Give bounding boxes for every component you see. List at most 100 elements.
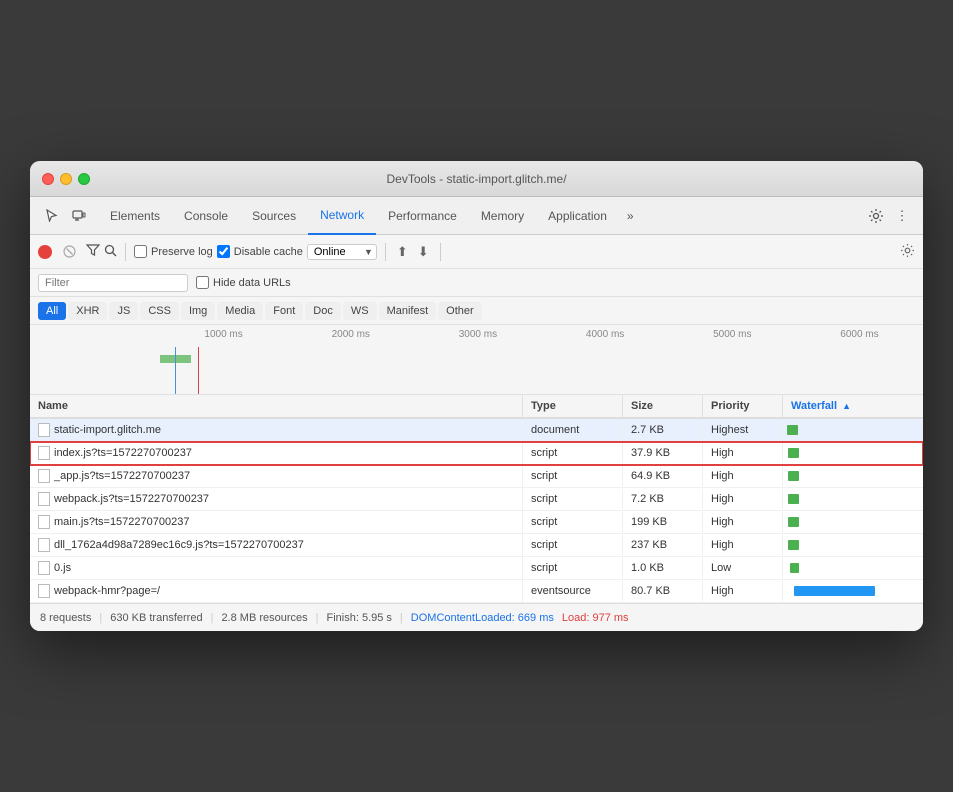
col-waterfall[interactable]: Waterfall ▲ [783, 395, 923, 417]
dom-content-loaded: DOMContentLoaded: 669 ms [411, 612, 554, 624]
wf-bar-green [788, 448, 799, 458]
row-waterfall [783, 536, 923, 554]
row-name: static-import.glitch.me [30, 419, 523, 441]
waterfall-bar [787, 586, 919, 596]
row-type: script [523, 489, 623, 509]
col-name[interactable]: Name [30, 395, 523, 417]
file-icon [38, 492, 50, 506]
type-filter-css[interactable]: CSS [140, 302, 179, 320]
type-filter-ws[interactable]: WS [343, 302, 377, 320]
row-name: index.js?ts=1572270700237 [30, 442, 523, 464]
table-row[interactable]: webpack-hmr?page=/ eventsource 80.7 KB H… [30, 580, 923, 603]
waterfall-bar [787, 471, 919, 481]
nav-toolbar: Elements Console Sources Network Perform… [30, 197, 923, 235]
row-waterfall [783, 467, 923, 485]
settings-icon[interactable] [863, 203, 889, 229]
wf-bar-green [788, 494, 799, 504]
tick-6000: 6000 ms [796, 329, 923, 340]
clear-button[interactable] [56, 239, 82, 265]
hide-data-urls-checkbox[interactable]: Hide data URLs [196, 276, 291, 289]
type-filter-doc[interactable]: Doc [305, 302, 341, 320]
tab-memory[interactable]: Memory [469, 197, 536, 235]
table-row[interactable]: index.js?ts=1572270700237 script 37.9 KB… [30, 442, 923, 465]
table-row[interactable]: _app.js?ts=1572270700237 script 64.9 KB … [30, 465, 923, 488]
waterfall-bar [787, 517, 919, 527]
tab-application[interactable]: Application [536, 197, 619, 235]
row-priority: High [703, 535, 783, 555]
cursor-icon[interactable] [38, 203, 64, 229]
filter-input[interactable] [38, 274, 188, 292]
row-type: eventsource [523, 581, 623, 601]
row-name: 0.js [30, 557, 523, 579]
type-filter-media[interactable]: Media [217, 302, 263, 320]
file-icon [38, 515, 50, 529]
throttle-select-wrap: Online Fast 3G Slow 3G Offline ▼ [307, 244, 377, 260]
waterfall-bar [787, 494, 919, 504]
row-name: webpack-hmr?page=/ [30, 580, 523, 602]
file-icon [38, 538, 50, 552]
col-type[interactable]: Type [523, 395, 623, 417]
titlebar: DevTools - static-import.glitch.me/ [30, 161, 923, 197]
table-row[interactable]: dll_1762a4d98a7289ec16c9.js?ts=157227070… [30, 534, 923, 557]
device-icon[interactable] [66, 203, 92, 229]
sort-arrow: ▲ [842, 401, 851, 411]
row-priority: Low [703, 558, 783, 578]
waterfall-bar [787, 448, 919, 458]
timeline-red-line [198, 347, 199, 394]
tab-sources[interactable]: Sources [240, 197, 308, 235]
maximize-button[interactable] [78, 173, 90, 185]
status-bar: 8 requests | 630 KB transferred | 2.8 MB… [30, 603, 923, 631]
load-time: Load: 977 ms [562, 612, 629, 624]
tick-5000: 5000 ms [669, 329, 796, 340]
throttle-select[interactable]: Online Fast 3G Slow 3G Offline [307, 244, 377, 260]
menu-icon[interactable]: ⋮ [889, 203, 915, 229]
type-filter-manifest[interactable]: Manifest [379, 302, 437, 320]
window-title: DevTools - static-import.glitch.me/ [386, 172, 566, 186]
type-filter-xhr[interactable]: XHR [68, 302, 107, 320]
waterfall-bar [787, 425, 919, 435]
file-icon [38, 561, 50, 575]
separator-1 [125, 243, 126, 261]
preserve-log-checkbox[interactable]: Preserve log [134, 245, 213, 258]
filter-icon[interactable] [86, 244, 100, 259]
tab-elements[interactable]: Elements [98, 197, 172, 235]
row-size: 37.9 KB [623, 443, 703, 463]
wf-bar-green [788, 471, 799, 481]
type-filter-js[interactable]: JS [109, 302, 138, 320]
wf-bar-green [788, 540, 799, 550]
close-button[interactable] [42, 173, 54, 185]
table-row[interactable]: main.js?ts=1572270700237 script 199 KB H… [30, 511, 923, 534]
tab-console[interactable]: Console [172, 197, 240, 235]
requests-count: 8 requests [40, 612, 91, 624]
type-filter-all[interactable]: All [38, 302, 66, 320]
table-row[interactable]: static-import.glitch.me document 2.7 KB … [30, 419, 923, 442]
minimize-button[interactable] [60, 173, 72, 185]
more-tabs-button[interactable]: » [619, 197, 642, 235]
row-size: 2.7 KB [623, 420, 703, 440]
disable-cache-checkbox[interactable]: Disable cache [217, 245, 303, 258]
timeline-ticks: 1000 ms 2000 ms 3000 ms 4000 ms 5000 ms … [30, 325, 923, 340]
col-size[interactable]: Size [623, 395, 703, 417]
wf-bar-green [788, 517, 799, 527]
row-size: 237 KB [623, 535, 703, 555]
tab-performance[interactable]: Performance [376, 197, 469, 235]
upload-icon[interactable]: ⬆ [394, 244, 411, 260]
wf-bar-green [790, 563, 799, 573]
search-icon[interactable] [104, 244, 117, 260]
devtools-window: DevTools - static-import.glitch.me/ Elem… [30, 161, 923, 631]
row-waterfall [783, 513, 923, 531]
col-priority[interactable]: Priority [703, 395, 783, 417]
wf-bar-blue [794, 586, 876, 596]
table-row[interactable]: webpack.js?ts=1572270700237 script 7.2 K… [30, 488, 923, 511]
row-size: 80.7 KB [623, 581, 703, 601]
record-button[interactable] [38, 245, 52, 259]
tab-network[interactable]: Network [308, 197, 376, 235]
type-filter-other[interactable]: Other [438, 302, 482, 320]
download-icon[interactable]: ⬇ [415, 244, 432, 260]
file-icon [38, 469, 50, 483]
type-filter-font[interactable]: Font [265, 302, 303, 320]
type-filter-img[interactable]: Img [181, 302, 215, 320]
gear-network-icon[interactable] [900, 243, 915, 261]
row-priority: High [703, 489, 783, 509]
table-row[interactable]: 0.js script 1.0 KB Low [30, 557, 923, 580]
